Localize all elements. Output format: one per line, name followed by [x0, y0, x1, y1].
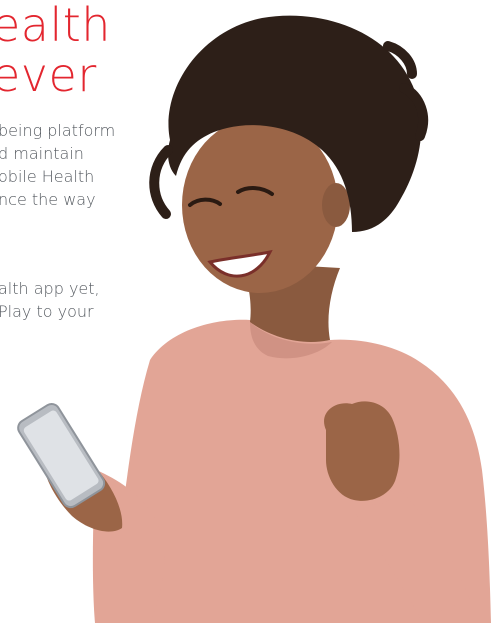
hero-image-woman-with-phone [17, 15, 491, 623]
promo-section: ealth ever being platform d maintain obi… [0, 0, 491, 623]
smartphone-icon [17, 402, 106, 509]
raised-fist [324, 401, 400, 501]
ear [322, 183, 350, 227]
